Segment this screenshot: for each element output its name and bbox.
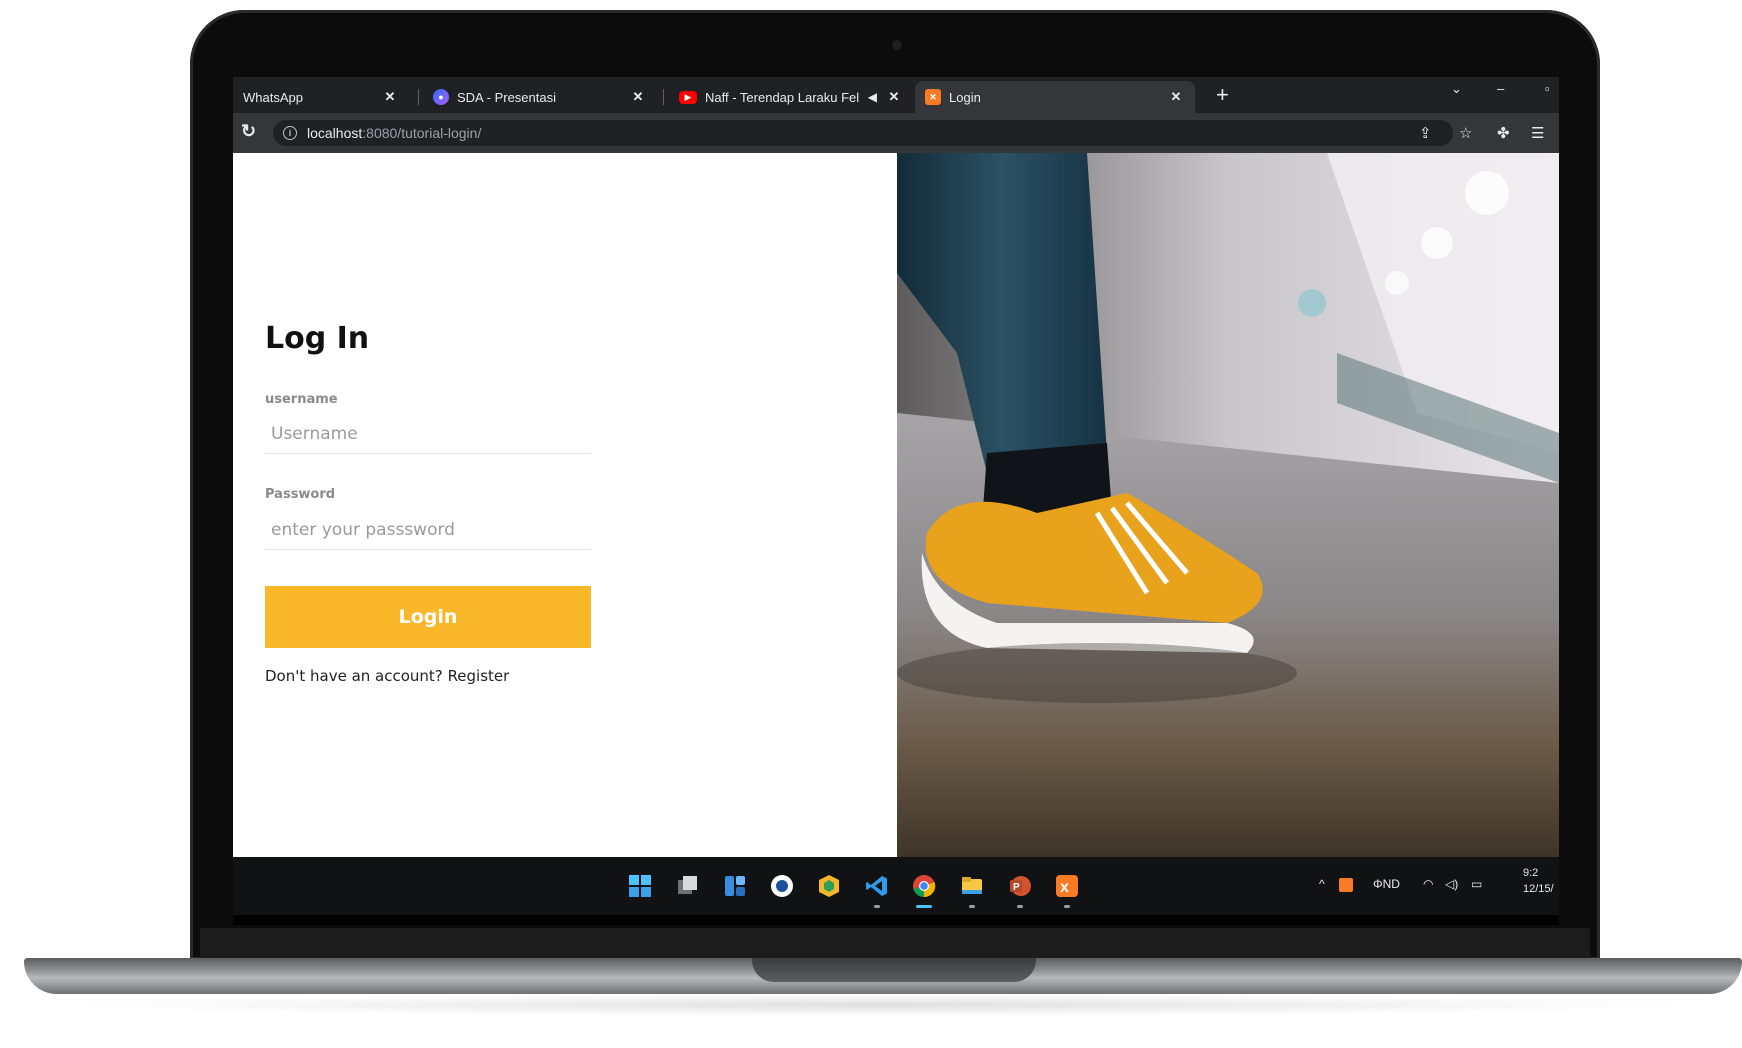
file-explorer-icon[interactable] (958, 872, 986, 908)
svg-text:P: P (1013, 882, 1020, 893)
tab-separator (418, 89, 419, 105)
tray-xampp-icon[interactable] (1339, 878, 1353, 892)
powerpoint-icon[interactable]: P (1006, 872, 1034, 908)
register-prompt-text: Don't have an account? (265, 667, 443, 685)
browser-toolbar: ↻ i localhost:8080/tutorial-login/ ⇪ ☆ ✤… (233, 113, 1559, 153)
windows-taskbar: P x ^ ΦND ◠ ◁) ▭ 9:2 12/15/ (233, 857, 1559, 915)
share-icon[interactable]: ⇪ (1419, 124, 1432, 142)
login-button[interactable]: Login (265, 586, 591, 648)
tab-close-icon[interactable]: ✕ (629, 89, 647, 105)
chrome-icon[interactable] (910, 872, 938, 908)
username-input[interactable] (265, 414, 591, 454)
task-view-icon[interactable] (673, 872, 701, 900)
battery-icon[interactable]: ▭ (1471, 877, 1482, 891)
widgets-icon[interactable] (721, 872, 749, 900)
address-bar[interactable]: i localhost:8080/tutorial-login/ (273, 120, 1453, 146)
hero-image (897, 153, 1559, 857)
speaker-icon[interactable]: ◀ (868, 90, 877, 104)
site-info-icon[interactable]: i (283, 126, 297, 140)
reload-icon[interactable]: ↻ (241, 121, 256, 142)
youtube-icon: ▶ (679, 90, 697, 104)
tab-close-icon[interactable]: ✕ (381, 89, 399, 105)
url-path: :8080/tutorial-login/ (362, 125, 482, 141)
web-page: Log In username Password Login Don't hav… (233, 153, 1559, 857)
new-tab-button[interactable]: + (1216, 82, 1229, 108)
minimize-icon[interactable]: – (1497, 81, 1504, 96)
clock-date: 12/15/ (1523, 883, 1554, 895)
clock-time: 9:2 (1523, 867, 1539, 879)
svg-text:x: x (1060, 879, 1069, 896)
laptop-shadow (60, 994, 1700, 1016)
screen: WhatsApp ✕ ● SDA - Presentasi ✕ ▶ Naff -… (233, 77, 1559, 925)
wifi-icon[interactable]: ◠ (1423, 877, 1433, 891)
canvas-icon: ● (433, 89, 449, 105)
vscode-icon[interactable] (863, 872, 891, 908)
tab-title: WhatsApp (243, 89, 303, 105)
tab-close-icon[interactable]: ✕ (885, 89, 903, 105)
tab-youtube[interactable]: ▶ Naff - Terendap Laraku Felix ◀ ✕ (669, 81, 913, 113)
bookmark-star-icon[interactable]: ☆ (1459, 124, 1472, 142)
language-indicator[interactable]: ΦND (1373, 877, 1400, 891)
password-input[interactable] (265, 510, 591, 550)
url-host: localhost (307, 125, 363, 141)
username-label: username (265, 392, 338, 407)
extensions-puzzle-icon[interactable]: ✤ (1497, 124, 1510, 142)
webcam (892, 40, 902, 50)
xampp-icon: ✕ (925, 89, 941, 105)
password-label: Password (265, 487, 336, 502)
system-clock[interactable]: 9:2 12/15/ (1523, 865, 1554, 897)
xampp-icon[interactable]: x (1053, 872, 1081, 908)
tab-title: Naff - Terendap Laraku Felix (705, 89, 860, 105)
register-prompt: Don't have an account? Register (265, 667, 509, 685)
tab-separator (663, 89, 664, 105)
tab-title: SDA - Presentasi (457, 89, 556, 105)
tray-overflow-icon[interactable]: ^ (1319, 877, 1325, 891)
laptop-notch (752, 958, 1036, 982)
app-hexagon-icon[interactable] (815, 872, 843, 900)
app-circle-icon[interactable] (768, 872, 796, 900)
tab-title: Login (949, 89, 981, 105)
tab-sda-presentasi[interactable]: ● SDA - Presentasi ✕ (423, 81, 657, 113)
reading-list-icon[interactable]: ☰ (1531, 124, 1544, 142)
tab-whatsapp[interactable]: WhatsApp ✕ (233, 81, 409, 113)
windows-start-icon[interactable] (626, 872, 654, 900)
laptop-mockup: WhatsApp ✕ ● SDA - Presentasi ✕ ▶ Naff -… (0, 0, 1742, 1048)
tab-login[interactable]: ✕ Login ✕ (915, 81, 1195, 113)
login-panel: Log In username Password Login Don't hav… (233, 153, 897, 857)
page-title: Log In (265, 321, 370, 356)
tab-search-icon[interactable]: ⌄ (1451, 81, 1462, 97)
tab-close-icon[interactable]: ✕ (1167, 89, 1185, 105)
screen-bezel (200, 928, 1590, 958)
tab-strip: WhatsApp ✕ ● SDA - Presentasi ✕ ▶ Naff -… (233, 77, 1559, 113)
volume-icon[interactable]: ◁) (1445, 877, 1458, 891)
register-link[interactable]: Register (448, 667, 510, 685)
sneaker-photo (897, 153, 1559, 857)
maximize-icon[interactable]: ▫ (1545, 81, 1550, 96)
